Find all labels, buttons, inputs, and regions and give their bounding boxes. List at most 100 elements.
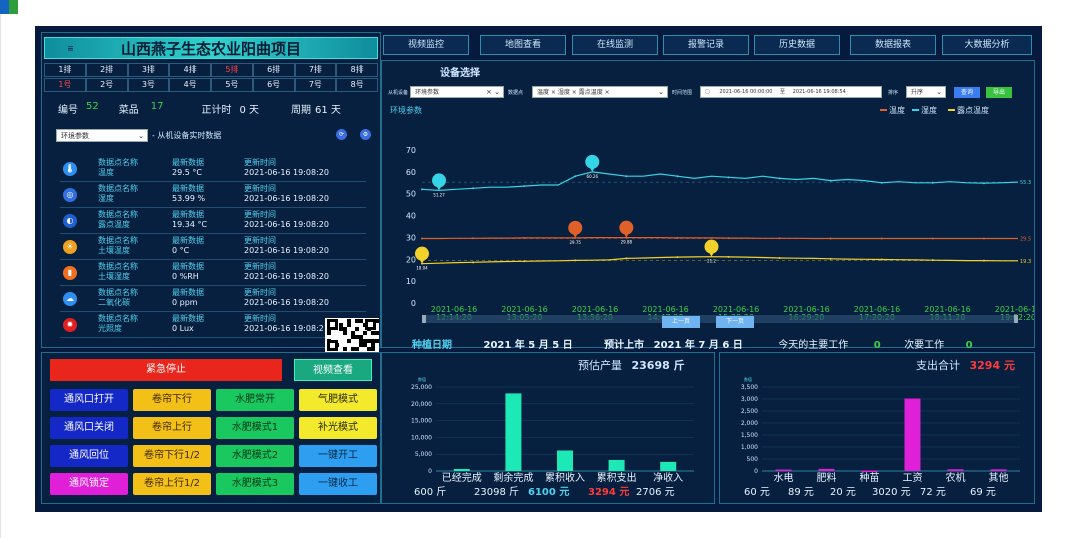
sensor-time-header: 更新时间 [244, 236, 276, 245]
next-page-button[interactable]: 下一页 [716, 316, 754, 328]
caipin-label: 菜品 [118, 105, 139, 116]
sensor-row: ◐ 数据点名称 露点温度 最新数据 19.34 °C 更新时间 2021-06-16 19:… [60, 208, 366, 234]
nav-tab-4[interactable]: 报警记录 [663, 35, 749, 55]
row-tab-1[interactable]: 1排 [44, 63, 86, 77]
export-button[interactable]: 导出 [986, 87, 1012, 98]
series-line-温度 [422, 237, 1018, 240]
video-view-button[interactable]: 视频查看 [294, 359, 372, 381]
sensor-name-col: 数据点名称 二氧化碳 [98, 288, 138, 308]
control-button-2-4[interactable]: 补光模式 [299, 417, 377, 439]
dashboard: ≡ 山西燕子生态农业阳曲项目 1排 2排 3排 4排 5排 6排 7排 8排 1号 2号 3号 4号… [35, 26, 1042, 512]
caipin-value: 17 [150, 101, 164, 112]
series-point [472, 187, 475, 190]
sensor-name-header: 数据点名称 [98, 288, 138, 297]
sensor-value-col: 最新数据 0 %RH [172, 262, 204, 282]
settings-button[interactable]: ⚙ [360, 129, 371, 140]
sensor-name: 光照度 [98, 324, 122, 333]
sensor-name: 露点温度 [98, 220, 130, 229]
number-tab-7[interactable]: 7号 [294, 78, 337, 92]
row-tab-6[interactable]: 6排 [252, 63, 295, 77]
row-tab-5[interactable]: 5排 [211, 63, 253, 77]
number-tab-3[interactable]: 3号 [127, 78, 170, 92]
number-tab-8[interactable]: 8号 [336, 78, 378, 92]
series-point [727, 176, 730, 179]
control-button-3-1[interactable]: 通风回位 [50, 445, 128, 467]
number-tab-4[interactable]: 4号 [169, 78, 211, 92]
amount-label: 89 元 [788, 487, 814, 498]
pin-marker-label: 18.04 [416, 266, 428, 271]
number-tab-6[interactable]: 6号 [252, 78, 295, 92]
order-label: 排序 [888, 90, 899, 96]
control-button-1-4[interactable]: 气肥模式 [299, 389, 377, 411]
control-button-1-3[interactable]: 水肥常开 [216, 389, 294, 411]
point-tag-2[interactable]: 湿度 × [558, 89, 577, 96]
sensor-value: 0 ppm [172, 298, 198, 307]
nav-tab-1[interactable]: 视频监控 [383, 35, 469, 55]
control-button-3-2[interactable]: 卷帘下行1/2 [133, 445, 211, 467]
device-select[interactable]: 环境参数 × ⌄ [410, 86, 504, 98]
qr-module [355, 347, 359, 351]
control-button-1-1[interactable]: 通风口打开 [50, 389, 128, 411]
y-tick-label: 500 [747, 456, 759, 463]
control-button-2-2[interactable]: 卷帘上行 [133, 417, 211, 439]
prev-page-button[interactable]: 上一页 [662, 316, 700, 328]
number-tab-2[interactable]: 2号 [85, 78, 128, 92]
query-button[interactable]: 查询 [954, 87, 980, 98]
nav-tab-6[interactable]: 数据报表 [850, 35, 936, 55]
order-select[interactable]: 升序 ⌄ [906, 86, 946, 98]
sensor-value-header: 最新数据 [172, 184, 204, 193]
time-range-input[interactable]: ▢ 2021-06-16 00:00:00 至 2021-06-16 19:08… [700, 86, 882, 98]
device-select-title: 设备选择 [440, 68, 480, 79]
row-tab-8[interactable]: 8排 [336, 63, 378, 77]
project-title: ≡ 山西燕子生态农业阳曲项目 [44, 37, 378, 59]
row-tab-7[interactable]: 7排 [294, 63, 337, 77]
points-select[interactable]: 温度 × 湿度 × 露点温度 × ⌄ [532, 86, 668, 98]
nav-tab-7[interactable]: 大数据分析 [942, 35, 1032, 55]
sensor-name-header: 数据点名称 [98, 262, 138, 271]
refresh-button[interactable]: ⟳ [336, 129, 347, 140]
qr-module [343, 347, 347, 351]
row-tab-3[interactable]: 3排 [127, 63, 170, 77]
number-tab-5[interactable]: 5号 [211, 78, 253, 92]
control-button-2-1[interactable]: 通风口关闭 [50, 417, 128, 439]
series-point [931, 259, 934, 262]
bar-3 [557, 450, 573, 471]
row-tab-2[interactable]: 2排 [85, 63, 128, 77]
control-button-2-3[interactable]: 水肥模式1 [216, 417, 294, 439]
sensor-type-select[interactable]: 环境参数 ⌄ [56, 129, 148, 142]
nav-tab-5[interactable]: 历史数据 [754, 35, 840, 55]
end-label: 29.5 [1020, 237, 1031, 243]
control-button-4-3[interactable]: 水肥模式3 [216, 473, 294, 495]
y-tick-label: 0 [754, 468, 758, 475]
row-tab-4[interactable]: 4排 [169, 63, 211, 77]
pin-marker-tip [622, 230, 631, 238]
emergency-stop-button[interactable]: 紧急停止 [50, 359, 282, 381]
control-button-1-2[interactable]: 卷帘下行 [133, 389, 211, 411]
series-point [625, 257, 628, 260]
menu-dot-icon[interactable]: ≡ [67, 38, 74, 60]
qr-module [355, 327, 359, 331]
sensor-time: 2021-06-16 19:08:20 [244, 246, 329, 255]
y-tick-label: 70 [406, 146, 416, 155]
series-line-露点温度 [421, 256, 1018, 265]
point-tag-1[interactable]: 温度 × [537, 89, 556, 96]
control-button-4-4[interactable]: 一键收工 [299, 473, 377, 495]
sensor-name: 湿度 [98, 194, 114, 203]
nav-tab-2[interactable]: 地图查看 [480, 35, 566, 55]
control-button-3-3[interactable]: 水肥模式2 [216, 445, 294, 467]
y-tick-label: 60 [406, 168, 416, 177]
series-point [676, 175, 679, 178]
light-icon: ✹ [63, 318, 77, 332]
y-tick-label: 20,000 [411, 401, 432, 408]
today-work-value: 0 [873, 340, 881, 351]
nav-tab-3[interactable]: 在线监测 [572, 35, 658, 55]
control-button-4-2[interactable]: 卷帘上行1/2 [133, 473, 211, 495]
qr-module [343, 331, 347, 335]
series-point [727, 237, 730, 240]
number-tab-1[interactable]: 1号 [44, 78, 86, 92]
control-button-4-1[interactable]: 通风锁定 [50, 473, 128, 495]
control-button-3-4[interactable]: 一键开工 [299, 445, 377, 467]
sensor-time-header: 更新时间 [244, 288, 276, 297]
point-tag-3[interactable]: 露点温度 × [579, 89, 610, 96]
amount-label: 600 斤 [414, 487, 447, 498]
